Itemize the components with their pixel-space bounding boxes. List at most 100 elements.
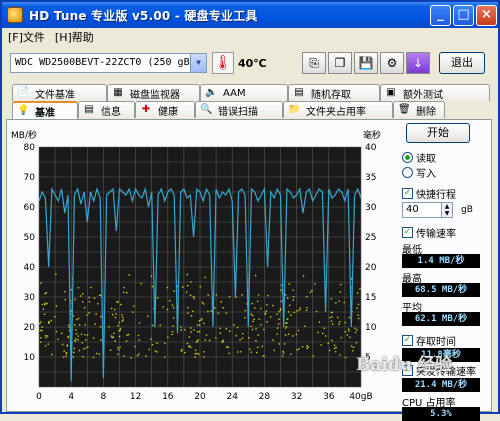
start-button[interactable]: 开始 [406, 123, 470, 143]
access-time-point [250, 325, 252, 327]
access-time-point [120, 303, 122, 306]
access-time-point [41, 329, 43, 332]
access-time-point [166, 308, 169, 311]
temperature-value: 40℃ [238, 57, 267, 70]
access-time-point [108, 326, 110, 328]
access-time-point [77, 335, 80, 337]
access-time-point [278, 343, 281, 345]
access-time-point [76, 318, 78, 321]
access-time-point [204, 276, 206, 279]
access-time-point [75, 332, 78, 335]
access-time-point [40, 321, 42, 323]
access-time-point [82, 355, 84, 358]
access-time-point [255, 328, 257, 330]
access-time-point [309, 291, 311, 294]
access-time-point [164, 356, 166, 358]
download-icon[interactable]: ↓ [406, 52, 430, 74]
access-time-point [288, 311, 290, 313]
save-icon[interactable]: 💾 [354, 52, 378, 74]
tab-error-scan[interactable]: 🔍 错误扫描 [195, 101, 283, 118]
drive-select[interactable]: WDC WD2500BEVT-22ZCT0 (250 gB) ▼ [10, 53, 207, 73]
copy-text-icon[interactable]: ❐ [328, 52, 352, 74]
access-time-point [123, 291, 125, 294]
spinner-arrows[interactable]: ▲ ▼ [442, 202, 453, 218]
menu-help[interactable]: [H]帮助 [55, 29, 94, 45]
y-left-tick: 20 [24, 323, 36, 333]
y-right-tick: 20 [365, 263, 377, 273]
app-icon [7, 7, 23, 23]
tab-disk-monitor[interactable]: ▦ 磁盘监视器 [107, 84, 200, 101]
burst-rate-checkbox[interactable]: ✓ 突发传输速率 [402, 363, 488, 378]
access-time-checkbox[interactable]: ✓ 存取时间 [402, 333, 488, 348]
menu-file[interactable]: [F]文件 [8, 29, 45, 45]
access-time-point [344, 330, 347, 333]
access-time-point [39, 341, 42, 343]
read-radio[interactable]: 读取 [402, 150, 488, 165]
access-time-point [64, 290, 66, 293]
tab-extra-tests[interactable]: ▣ 额外测试 [380, 84, 490, 101]
access-time-point [252, 320, 254, 323]
access-time-point [349, 336, 351, 339]
tab-benchmark[interactable]: 💡 基准 [12, 101, 78, 119]
access-time-point [167, 336, 169, 339]
max-value: 68.5 MB/秒 [402, 283, 480, 297]
tab-health[interactable]: ✚ 健康 [135, 101, 195, 118]
access-time-point [263, 328, 265, 331]
tab-info[interactable]: ▤ 信息 [78, 101, 135, 118]
close-button[interactable]: × [476, 5, 497, 26]
access-time-point [292, 335, 294, 337]
maximize-button[interactable]: □ [453, 5, 474, 26]
access-time-point [227, 346, 229, 348]
access-time-point [204, 339, 206, 341]
access-time-point [339, 354, 341, 356]
access-time-point [64, 299, 67, 301]
write-radio[interactable]: 写入 [402, 165, 488, 180]
access-time-point [189, 294, 192, 296]
y-left-tick: 30 [24, 293, 36, 303]
tab-folder-usage[interactable]: 📁 文件夹占用率 [283, 101, 393, 118]
tab-erase[interactable]: 🗑 删除 [393, 101, 445, 118]
access-time-point [168, 300, 171, 302]
short-stroke-checkbox[interactable]: ✓ 快捷行程 [402, 186, 488, 201]
access-time-point [44, 334, 47, 337]
transfer-rate-checkbox[interactable]: ✓ 传输速率 [402, 225, 488, 240]
tab-file-benchmark[interactable]: 📄 文件基准 [12, 84, 107, 101]
write-radio-dot[interactable] [402, 166, 413, 178]
avg-label: 平均 [402, 303, 422, 314]
access-time-point [151, 344, 154, 346]
access-time-point [257, 294, 260, 296]
random-access-icon: ▤ [294, 87, 304, 98]
y-left-tick: 60 [24, 203, 36, 213]
access-time-point [100, 315, 102, 318]
access-time-point [284, 334, 287, 336]
access-time-point [321, 332, 324, 335]
access-time-point [330, 311, 333, 314]
y-right-tick: 30 [365, 203, 377, 213]
chevron-down-icon[interactable]: ▼ [190, 54, 206, 72]
access-time-point [196, 340, 198, 342]
access-time-point [254, 307, 256, 309]
app-window: HD Tune 专业版 v5.00 - 硬盘专业工具 _ □ × [F]文件 [… [0, 0, 500, 421]
access-time-point [355, 342, 358, 344]
read-radio-dot[interactable] [402, 151, 413, 163]
x-tick: 20 [194, 392, 206, 402]
access-time-point [72, 315, 75, 317]
access-time-point [276, 333, 278, 335]
exit-button[interactable]: 退出 [439, 52, 485, 74]
copy-icon[interactable]: ⎘ [302, 52, 326, 74]
access-time-point [95, 352, 98, 355]
access-time-point [44, 303, 46, 306]
tab-aam[interactable]: 🔈 AAM [200, 84, 288, 101]
options-icon[interactable]: ⚙ [380, 52, 404, 74]
access-time-point [244, 317, 246, 319]
access-time-point [348, 330, 350, 332]
access-time-point [180, 326, 182, 328]
access-time-point [187, 284, 189, 287]
max-label: 最高 [402, 274, 422, 285]
access-time-point [357, 292, 359, 294]
minimize-button[interactable]: _ [430, 5, 451, 26]
title-bar[interactable]: HD Tune 专业版 v5.00 - 硬盘专业工具 _ □ × [2, 2, 498, 28]
short-stroke-input[interactable]: 40 [402, 202, 442, 218]
tab-random-access[interactable]: ▤ 随机存取 [288, 84, 380, 101]
tabs-row-1: 📄 文件基准 ▦ 磁盘监视器 🔈 AAM ▤ 随机存取 ▣ 额外测试 [12, 84, 490, 101]
